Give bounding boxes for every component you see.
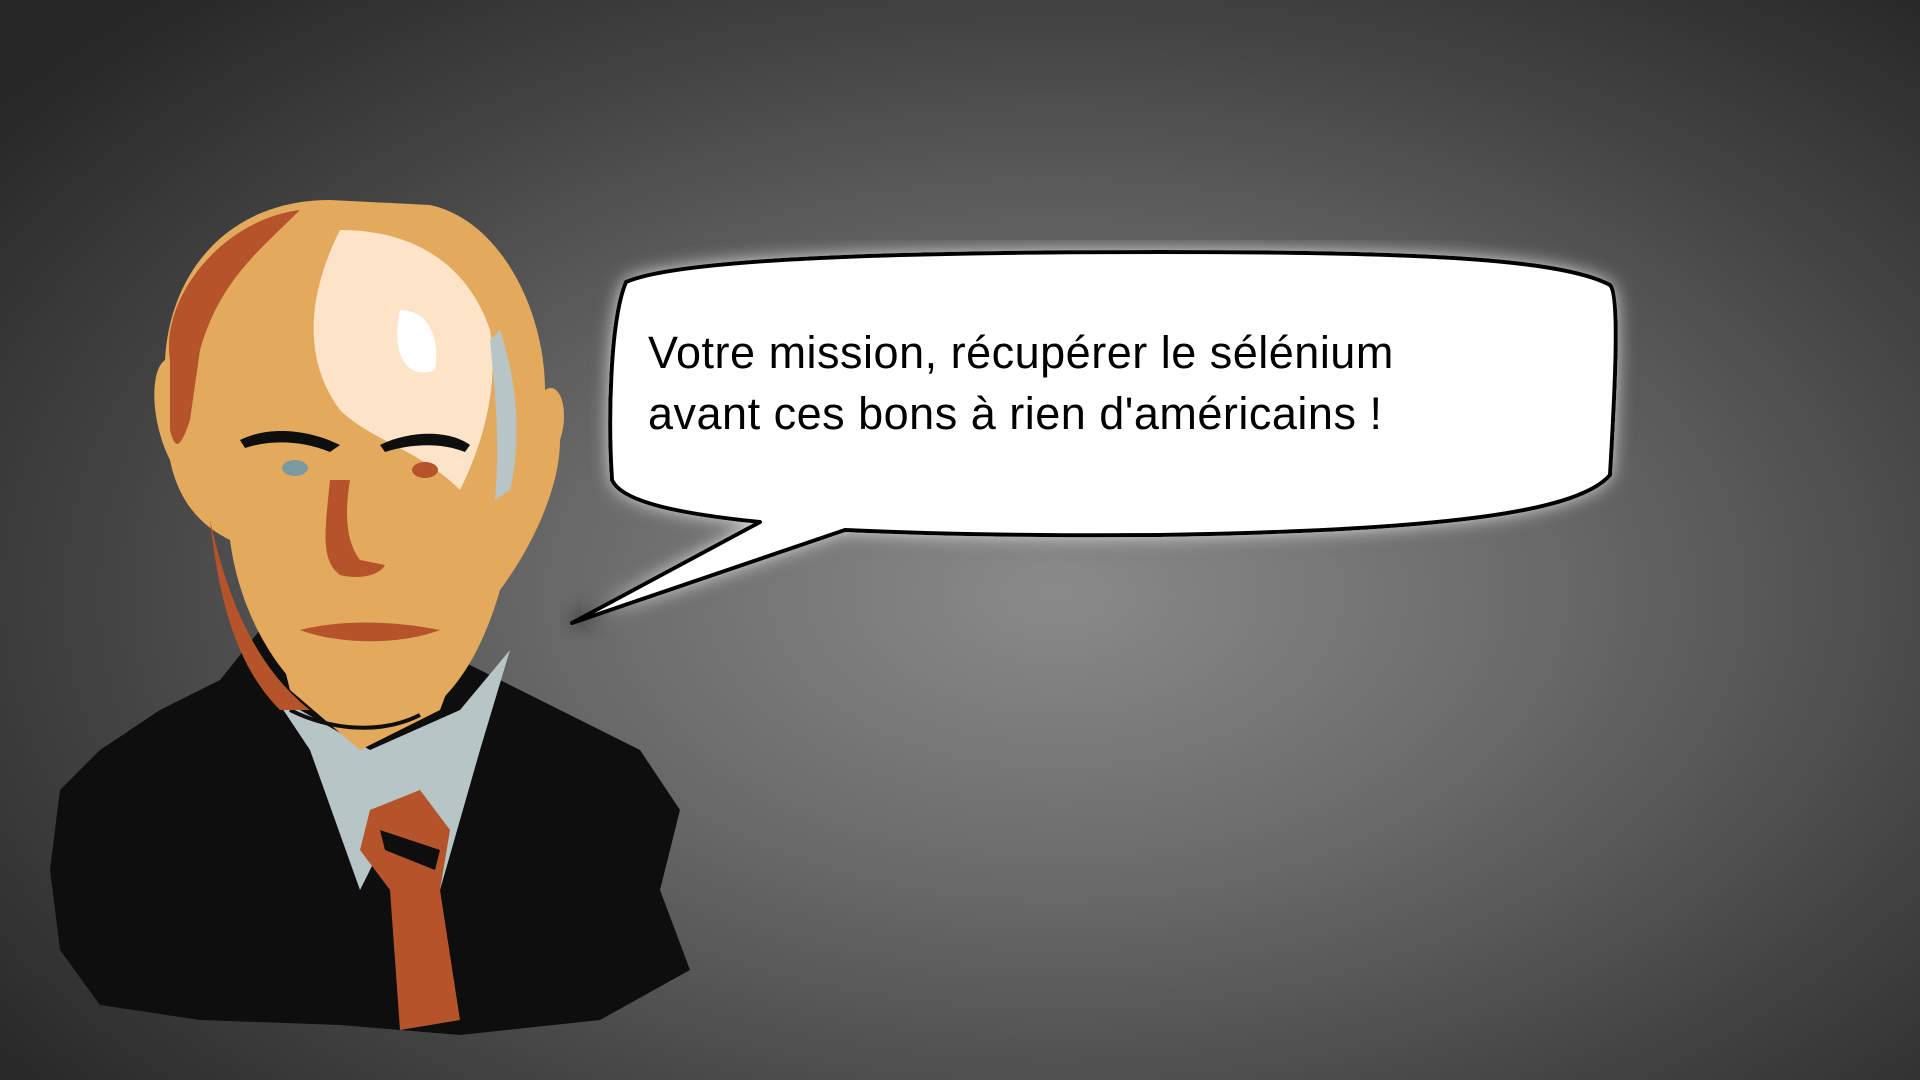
speech-bubble-text: Votre mission, récupérer le sélénium ava… bbox=[648, 322, 1608, 444]
left-iris bbox=[282, 460, 308, 476]
right-iris bbox=[412, 462, 438, 478]
speech-line-2: avant ces bons à rien d'américains ! bbox=[648, 388, 1383, 439]
speech-line-1: Votre mission, récupérer le sélénium bbox=[648, 327, 1394, 378]
